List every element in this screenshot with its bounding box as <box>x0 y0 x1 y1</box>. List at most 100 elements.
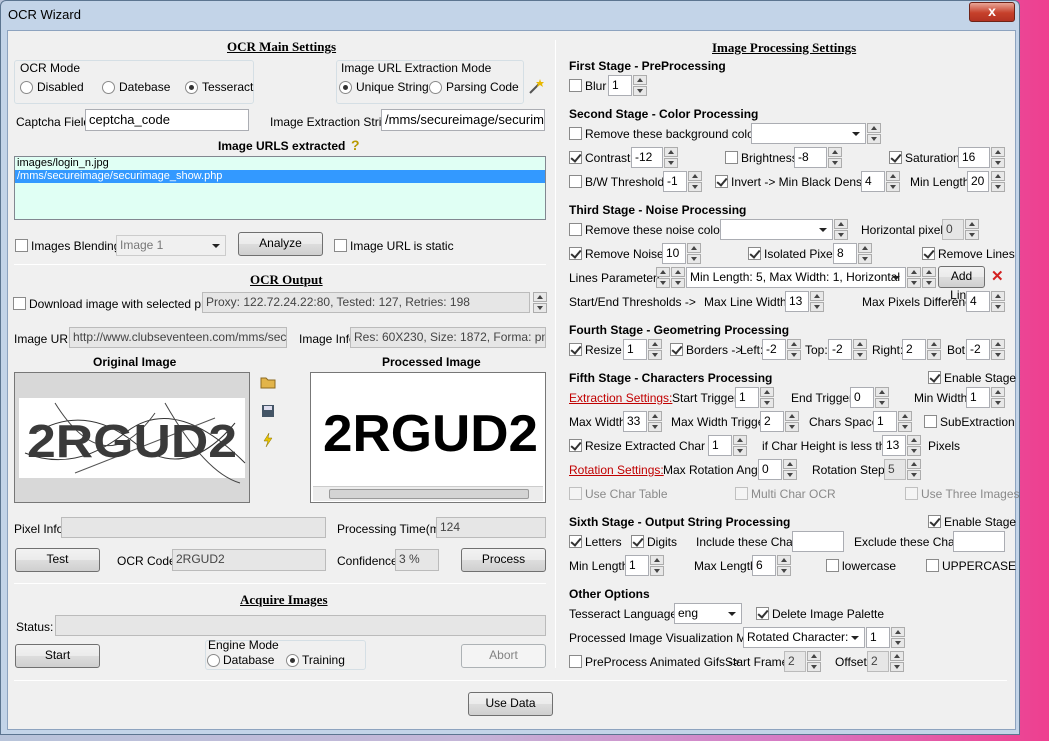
border-top-input[interactable]: -2 <box>828 339 852 360</box>
ocr-mode-database-radio[interactable] <box>102 81 115 94</box>
ocr-mode-disabled-radio[interactable] <box>20 81 33 94</box>
remove-noise-checkbox[interactable] <box>569 247 582 260</box>
border-left-input[interactable]: -2 <box>762 339 786 360</box>
scrollbar-thumb[interactable] <box>329 489 529 499</box>
border-left-spinner[interactable] <box>787 339 801 360</box>
char-height-spinner[interactable] <box>907 435 921 456</box>
resize-char-spinner[interactable] <box>733 435 747 456</box>
min-length-input[interactable]: 20 <box>967 171 989 192</box>
saturation-spinner[interactable] <box>991 147 1005 168</box>
sixth-enable-checkbox[interactable] <box>928 515 941 528</box>
isolated-pixels-spinner[interactable] <box>858 243 872 264</box>
test-button[interactable]: Test <box>15 548 100 572</box>
lines-params-spinner-b[interactable] <box>922 267 936 288</box>
uppercase-checkbox[interactable] <box>926 559 939 572</box>
lowercase-checkbox[interactable] <box>826 559 839 572</box>
sixth-min-length-input[interactable]: 1 <box>625 555 649 576</box>
offset-input[interactable]: 2 <box>867 651 889 672</box>
open-folder-icon[interactable] <box>260 375 276 391</box>
start-trigger-input[interactable]: 1 <box>735 387 759 408</box>
bw-threshold-spinner[interactable] <box>688 171 702 192</box>
remove-bg-spinner[interactable] <box>867 123 881 144</box>
list-item-selected[interactable]: /mms/secureimage/securimage_show.php <box>15 170 545 183</box>
max-rotation-spinner[interactable] <box>783 459 797 480</box>
chars-space-input[interactable]: 1 <box>873 411 897 432</box>
start-frame-spinner[interactable] <box>807 651 821 672</box>
border-right-input[interactable]: 2 <box>902 339 926 360</box>
delete-palette-checkbox[interactable] <box>756 607 769 620</box>
bw-threshold-checkbox[interactable] <box>569 175 582 188</box>
brightness-checkbox[interactable] <box>725 151 738 164</box>
remove-noise-colors-checkbox[interactable] <box>569 223 582 236</box>
use-data-button[interactable]: Use Data <box>468 692 553 716</box>
border-right-spinner[interactable] <box>927 339 941 360</box>
animated-gifs-checkbox[interactable] <box>569 655 582 668</box>
isolated-pixels-input[interactable]: 8 <box>833 243 857 264</box>
chars-space-spinner[interactable] <box>898 411 912 432</box>
image-urls-list[interactable]: images/login_n.jpg /mms/secureimage/secu… <box>14 156 546 220</box>
brightness-spinner[interactable] <box>828 147 842 168</box>
offset-spinner[interactable] <box>890 651 904 672</box>
download-proxy-checkbox[interactable] <box>13 297 26 310</box>
delete-line-icon[interactable]: ✕ <box>991 269 1007 286</box>
max-width-trigger-spinner[interactable] <box>785 411 799 432</box>
char-height-input[interactable]: 13 <box>882 435 906 456</box>
end-trigger-input[interactable]: 0 <box>850 387 874 408</box>
vis-mode-spinner[interactable] <box>891 627 905 648</box>
start-button[interactable]: Start <box>15 644 100 668</box>
blur-spinner[interactable] <box>633 75 647 96</box>
exclude-chars-input[interactable] <box>953 531 1005 552</box>
saturation-input[interactable]: 16 <box>958 147 990 168</box>
extraction-string-input[interactable]: /mms/secureimage/securim <box>381 109 545 131</box>
images-blending-dropdown[interactable]: Image 1 <box>116 235 226 256</box>
rotation-steps-spinner[interactable] <box>907 459 921 480</box>
max-pixels-diff-spinner[interactable] <box>991 291 1005 312</box>
url-mode-unique-radio[interactable] <box>339 81 352 94</box>
digits-checkbox[interactable] <box>631 535 644 548</box>
add-line-button[interactable]: Add Line <box>938 266 985 302</box>
proxy-spinner[interactable] <box>533 292 547 313</box>
min-length-spinner[interactable] <box>991 171 1005 192</box>
ocr-mode-tesseract-radio[interactable] <box>185 81 198 94</box>
help-icon[interactable]: ? <box>351 137 367 153</box>
images-blending-checkbox[interactable] <box>15 239 28 252</box>
remove-noise-spinner[interactable] <box>687 243 701 264</box>
max-length-spinner[interactable] <box>777 555 791 576</box>
resize-checkbox[interactable] <box>569 343 582 356</box>
min-width-input[interactable]: 1 <box>966 387 990 408</box>
horizontal-pixels-spinner[interactable] <box>965 219 979 240</box>
start-frame-input[interactable]: 2 <box>784 651 806 672</box>
blur-input[interactable]: 1 <box>608 75 632 96</box>
contrast-input[interactable]: -12 <box>631 147 663 168</box>
start-trigger-spinner[interactable] <box>760 387 774 408</box>
fifth-enable-checkbox[interactable] <box>928 371 941 384</box>
borders-checkbox[interactable] <box>670 343 683 356</box>
max-width-spinner[interactable] <box>648 411 662 432</box>
magic-wand-icon[interactable] <box>528 77 544 94</box>
subextraction-checkbox[interactable] <box>924 415 937 428</box>
lines-params-left-spinner[interactable] <box>656 267 670 288</box>
contrast-checkbox[interactable] <box>569 151 582 164</box>
char-table-checkbox[interactable] <box>569 487 582 500</box>
brightness-input[interactable]: -8 <box>794 147 827 168</box>
noise-colors-dropdown[interactable] <box>720 219 833 240</box>
max-length-input[interactable]: 6 <box>752 555 776 576</box>
horizontal-pixels-input[interactable]: 0 <box>942 219 964 240</box>
lines-params-right-spinner[interactable] <box>671 267 685 288</box>
max-width-trigger-input[interactable]: 2 <box>760 411 784 432</box>
url-mode-parsing-radio[interactable] <box>429 81 442 94</box>
border-bot-spinner[interactable] <box>991 339 1005 360</box>
rotation-steps-input[interactable]: 5 <box>884 459 906 480</box>
resize-spinner[interactable] <box>648 339 662 360</box>
tesseract-language-dropdown[interactable]: eng <box>674 603 742 624</box>
saturation-checkbox[interactable] <box>889 151 902 164</box>
captcha-field-input[interactable]: ceptcha_code <box>85 109 249 131</box>
horizontal-scrollbar[interactable] <box>313 486 543 501</box>
contrast-spinner[interactable] <box>664 147 678 168</box>
min-width-spinner[interactable] <box>991 387 1005 408</box>
max-rotation-input[interactable]: 0 <box>758 459 782 480</box>
include-chars-input[interactable] <box>792 531 844 552</box>
max-line-width-input[interactable]: 13 <box>785 291 809 312</box>
invert-density-spinner[interactable] <box>886 171 900 192</box>
resize-char-input[interactable]: 1 <box>708 435 732 456</box>
